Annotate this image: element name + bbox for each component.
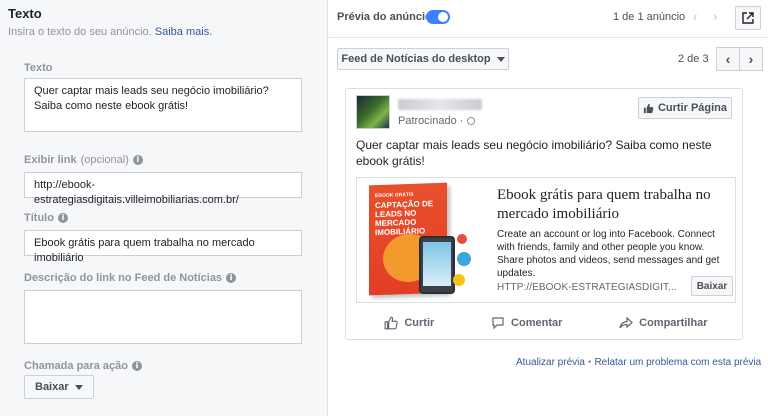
- cta-label-text: Chamada para ação: [24, 360, 128, 372]
- sponsored-label: Patrocinado ·: [398, 115, 476, 127]
- chevron-down-icon: [74, 384, 83, 390]
- external-link-icon: [742, 12, 754, 24]
- text-label: Texto: [24, 62, 53, 74]
- page-avatar: [356, 95, 390, 129]
- cta-dropdown[interactable]: Baixar: [24, 375, 94, 399]
- info-icon[interactable]: i: [57, 213, 68, 223]
- description-label-text: Descrição do link no Feed de Notícias: [24, 272, 223, 284]
- like-action[interactable]: Curtir: [384, 316, 434, 330]
- description-textarea[interactable]: [24, 290, 302, 344]
- link-description: Create an account or log into Facebook. …: [497, 229, 720, 279]
- display-link-label-text: Exibir link: [24, 154, 77, 166]
- toggle-knob: [438, 12, 448, 22]
- phone-screen: [423, 242, 451, 286]
- sponsored-text: Patrocinado ·: [398, 115, 464, 127]
- info-icon[interactable]: i: [226, 273, 237, 283]
- ad-body-text: Quer captar mais leads seu negócio imobi…: [356, 138, 712, 168]
- phone-illustration: [419, 236, 455, 294]
- comment-label: Comentar: [511, 317, 563, 329]
- open-external-button[interactable]: [735, 6, 761, 30]
- placement-selected: Feed de Notícias do desktop: [341, 53, 491, 65]
- text-field-label: Texto: [24, 62, 53, 74]
- display-link-label: Exibir link (opcional) i: [24, 154, 143, 166]
- thumbs-up-icon: [643, 103, 654, 113]
- chevron-right-icon: ›: [748, 51, 754, 67]
- post-actions: Curtir Comentar Compartilhar: [356, 311, 736, 335]
- report-problem-link[interactable]: Relatar um problema com esta prévia: [594, 357, 761, 368]
- placement-dropdown[interactable]: Feed de Notícias do desktop: [337, 48, 509, 70]
- title-field-label: Título i: [24, 212, 68, 224]
- placement-count: 2 de 3: [678, 53, 709, 65]
- link-preview[interactable]: EBOOK GRÁTIS CAPTAÇÃO DE LEADS NO MERCAD…: [356, 177, 736, 303]
- chevron-right-icon[interactable]: ›: [713, 9, 717, 24]
- like-label: Curtir: [404, 317, 435, 329]
- preview-footer-links: Atualizar prévia • Relatar um problema com…: [516, 357, 761, 368]
- optional-tag: (opcional): [80, 154, 129, 166]
- decor-dot: [457, 252, 471, 266]
- text-line-2: Saiba como neste ebook grátis!: [34, 100, 189, 112]
- text-textarea[interactable]: Quer captar mais leads seu negócio imobi…: [24, 78, 302, 132]
- share-action[interactable]: Compartilhar: [619, 316, 708, 330]
- decor-dot: [457, 234, 467, 244]
- ebook-small-title: EBOOK GRÁTIS: [375, 191, 414, 200]
- decor-dot: [453, 274, 465, 286]
- learn-more-link[interactable]: Saiba mais.: [155, 26, 212, 38]
- text-line-1: Quer captar mais leads seu negócio imobi…: [34, 85, 269, 97]
- info-icon[interactable]: i: [131, 361, 142, 371]
- section-subtitle: Insira o texto do seu anúncio. Saiba mai…: [8, 26, 212, 38]
- ad-count: 1 de 1 anúncio: [613, 11, 686, 23]
- section-subtitle-text: Insira o texto do seu anúncio.: [8, 26, 152, 38]
- prev-placement-button[interactable]: ‹: [716, 47, 740, 71]
- ad-preview-panel: Prévia do anúncio 1 de 1 anúncio ‹ › Fee…: [329, 0, 768, 416]
- link-url: HTTP://EBOOK-ESTRATEGIASDIGIT...: [497, 282, 677, 293]
- ad-preview-card: Patrocinado · Curtir Página Quer captar …: [345, 88, 743, 340]
- chevron-down-icon: [496, 56, 505, 62]
- display-link-input[interactable]: http://ebook-estrategiasdigitais.villeim…: [24, 172, 302, 206]
- link-separator: •: [587, 357, 592, 368]
- thumbs-up-icon: [384, 316, 399, 330]
- ebook-cover-title: CAPTAÇÃO DE LEADS NO MERCADO IMOBILIÁRIO: [375, 199, 434, 238]
- info-icon[interactable]: i: [132, 155, 143, 165]
- like-page-button[interactable]: Curtir Página: [638, 97, 732, 119]
- title-label-text: Título: [24, 212, 54, 224]
- preview-toggle[interactable]: [426, 10, 450, 24]
- preview-toggle-label: Prévia do anúncio: [337, 11, 432, 23]
- globe-icon: [467, 117, 476, 125]
- update-preview-link[interactable]: Atualizar prévia: [516, 357, 585, 368]
- cta-field-label: Chamada para ação i: [24, 360, 142, 372]
- ebook-cover-image: EBOOK GRÁTIS CAPTAÇÃO DE LEADS NO MERCAD…: [357, 178, 485, 302]
- chevron-left-icon: ‹: [725, 51, 731, 67]
- ad-text-editor-panel: Texto Insira o texto do seu anúncio. Sai…: [0, 0, 328, 416]
- comment-action[interactable]: Comentar: [491, 316, 562, 330]
- comment-icon: [492, 317, 504, 330]
- page-name-blurred: [398, 99, 482, 110]
- section-title: Texto: [8, 6, 42, 21]
- like-page-label: Curtir Página: [657, 102, 728, 114]
- next-placement-button[interactable]: ›: [739, 47, 763, 71]
- link-headline: Ebook grátis para quem trabalha no merca…: [497, 187, 711, 222]
- cta-selected-value: Baixar: [35, 381, 69, 393]
- title-input[interactable]: Ebook grátis para quem trabalha no merca…: [24, 230, 302, 264]
- preview-toolbar: Prévia do anúncio 1 de 1 anúncio ‹ ›: [329, 0, 768, 38]
- download-button[interactable]: Baixar: [691, 276, 733, 296]
- share-label: Compartilhar: [639, 317, 708, 329]
- share-icon: [619, 316, 634, 329]
- chevron-left-icon[interactable]: ‹: [693, 9, 697, 24]
- description-field-label: Descrição do link no Feed de Notícias i: [24, 272, 237, 284]
